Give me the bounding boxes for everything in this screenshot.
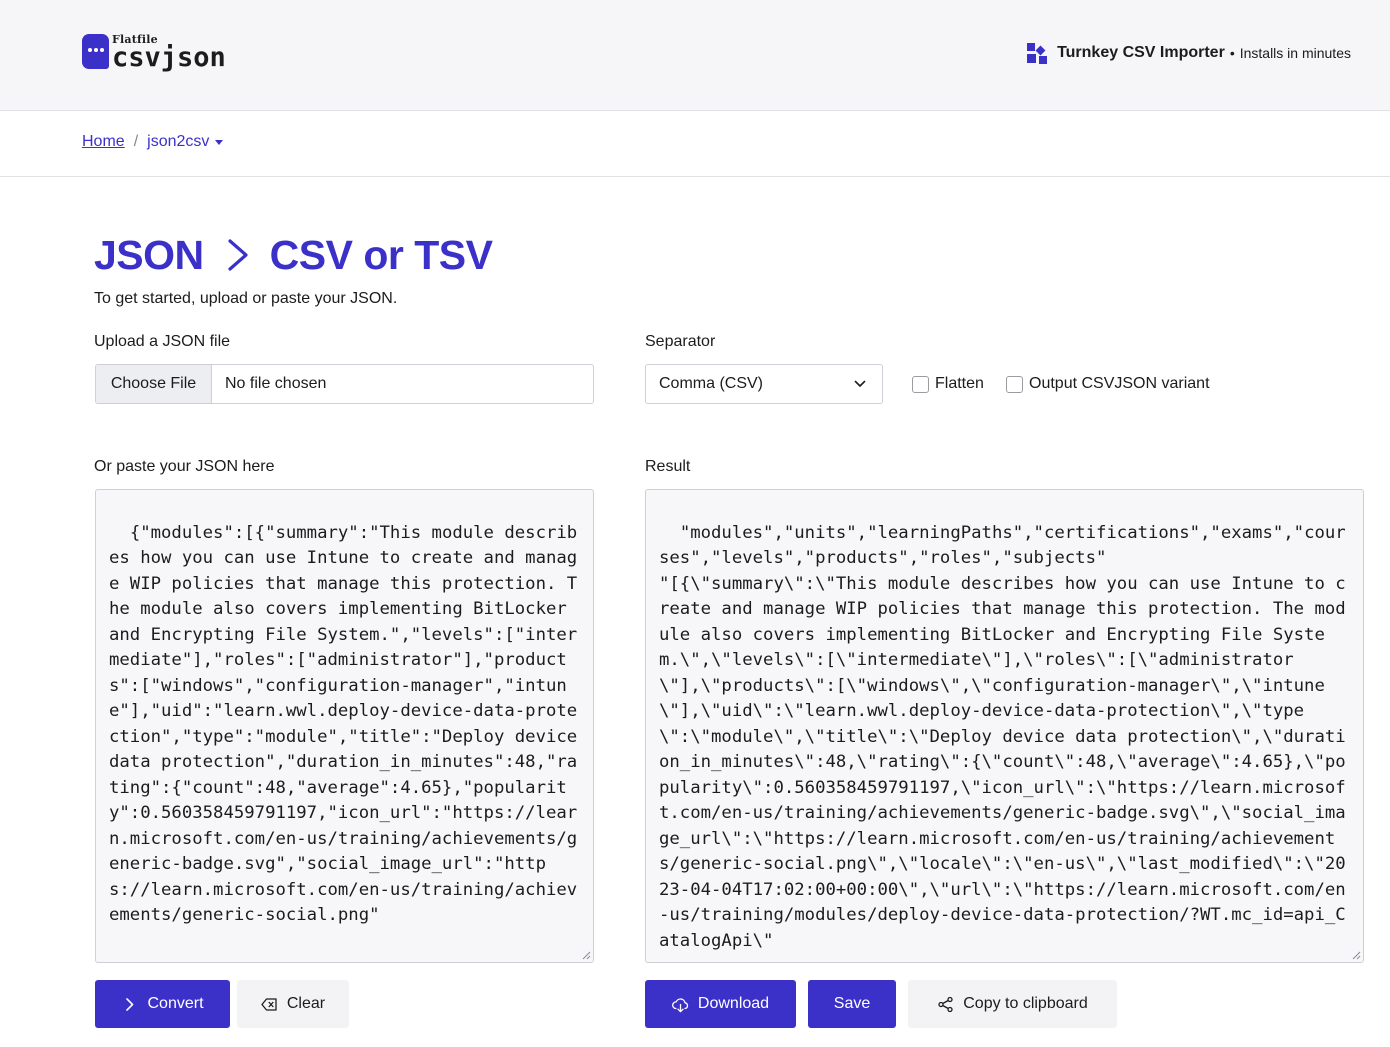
result-text: "modules","units","learningPaths","certi… xyxy=(659,522,1346,951)
caret-down-icon xyxy=(215,139,224,145)
json-input-text: {"modules":[{"summary":"This module desc… xyxy=(109,522,588,926)
csvjson-variant-label: Output CSVJSON variant xyxy=(1029,375,1210,392)
file-name-text: No file chosen xyxy=(225,375,327,392)
choose-file-button[interactable]: Choose File xyxy=(96,365,212,403)
breadcrumb-current-label: json2csv xyxy=(147,133,210,150)
json-input-textarea[interactable]: {"modules":[{"summary":"This module desc… xyxy=(95,489,594,963)
result-label: Result xyxy=(645,458,691,475)
save-button-label: Save xyxy=(833,995,871,1012)
json-file-input[interactable]: Choose File No file chosen xyxy=(95,364,594,404)
backspace-icon xyxy=(261,997,277,1011)
flatfile-blocks-icon xyxy=(1027,42,1048,64)
breadcrumb-tool-dropdown[interactable]: json2csv xyxy=(147,133,224,151)
breadcrumb: Home / json2csv xyxy=(82,131,224,153)
convert-button-label: Convert xyxy=(147,995,204,1012)
chevron-down-icon xyxy=(854,380,866,387)
resize-handle-icon[interactable] xyxy=(1352,951,1361,960)
download-button[interactable]: Download xyxy=(645,980,796,1028)
promo-separator: • xyxy=(1229,45,1235,61)
chat-bubble-icon xyxy=(82,34,109,69)
clear-button[interactable]: Clear xyxy=(237,980,349,1028)
page-title: JSON CSV or TSV xyxy=(94,228,493,282)
csvjson-variant-checkbox[interactable]: Output CSVJSON variant xyxy=(1006,374,1210,394)
cloud-download-icon xyxy=(672,997,689,1012)
chevron-right-icon xyxy=(126,997,134,1011)
copy-button-label: Copy to clipboard xyxy=(963,995,1088,1012)
csvjson-variant-checkbox-box[interactable] xyxy=(1006,375,1023,393)
flatten-label: Flatten xyxy=(935,375,984,392)
resize-handle-icon[interactable] xyxy=(582,951,591,960)
title-source-format: JSON xyxy=(94,231,204,278)
breadcrumb-bar: Home / json2csv xyxy=(0,111,1390,177)
title-target-format: CSV or TSV xyxy=(269,231,493,278)
copy-to-clipboard-button[interactable]: Copy to clipboard xyxy=(908,980,1117,1028)
paste-json-label: Or paste your JSON here xyxy=(94,458,275,475)
chevron-right-icon xyxy=(228,239,248,271)
logo-product-text: csvjson xyxy=(112,42,226,73)
page-subtitle: To get started, upload or paste your JSO… xyxy=(94,290,398,307)
flatten-checkbox[interactable]: Flatten xyxy=(912,374,984,394)
separator-select[interactable]: Comma (CSV) xyxy=(645,364,883,404)
download-button-label: Download xyxy=(697,995,770,1012)
save-button[interactable]: Save xyxy=(808,980,896,1028)
separator-label: Separator xyxy=(645,333,716,350)
convert-button[interactable]: Convert xyxy=(95,980,230,1028)
breadcrumb-separator: / xyxy=(133,133,139,150)
clear-button-label: Clear xyxy=(286,995,326,1012)
csvjson-logo[interactable]: Flatfile csvjson xyxy=(82,33,232,75)
result-textarea[interactable]: "modules","units","learningPaths","certi… xyxy=(645,489,1364,963)
share-icon xyxy=(938,996,953,1012)
promo-subtitle: Installs in minutes xyxy=(1239,45,1351,61)
flatten-checkbox-box[interactable] xyxy=(912,375,929,393)
breadcrumb-home-link[interactable]: Home xyxy=(82,133,125,151)
upload-label: Upload a JSON file xyxy=(94,333,231,350)
top-header: Flatfile csvjson Turnkey CSV Importer • … xyxy=(0,0,1390,111)
separator-selected-value: Comma (CSV) xyxy=(659,375,764,392)
turnkey-promo-link[interactable]: Turnkey CSV Importer • Installs in minut… xyxy=(1027,42,1351,64)
promo-title: Turnkey CSV Importer xyxy=(1057,44,1225,61)
